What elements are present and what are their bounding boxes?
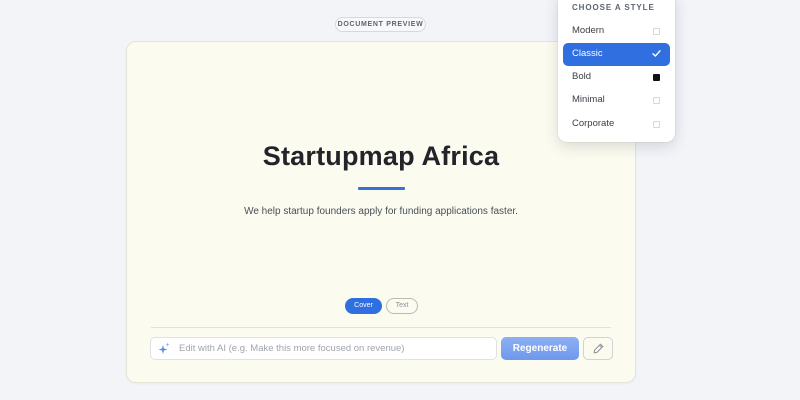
manual-edit-button[interactable]	[583, 337, 613, 360]
style-option-modern[interactable]: Modern	[563, 20, 670, 43]
menu-heading: CHOOSE A STYLE	[572, 3, 655, 12]
empty-square-icon	[653, 28, 660, 35]
empty-square-icon	[653, 97, 660, 104]
checkmark-icon	[652, 49, 661, 61]
ai-edit-input[interactable]	[179, 338, 494, 359]
filled-square-icon	[653, 74, 660, 81]
style-option-corporate[interactable]: Corporate	[563, 113, 670, 136]
divider	[151, 327, 611, 328]
style-option-label: Corporate	[572, 118, 615, 129]
tab-cover[interactable]: Cover	[345, 298, 382, 314]
document-subtitle: We help startup founders apply for fundi…	[244, 206, 518, 217]
regenerate-button[interactable]: Regenerate	[501, 337, 579, 360]
style-option-label: Bold	[572, 71, 592, 82]
style-option-label: Modern	[572, 25, 605, 36]
style-option-label: Classic	[572, 48, 603, 59]
style-dropdown-menu: CHOOSE A STYLE Modern Classic Bold Minim…	[558, 0, 675, 142]
empty-square-icon	[653, 121, 660, 128]
style-option-minimal[interactable]: Minimal	[563, 89, 670, 112]
style-option-classic[interactable]: Classic	[563, 43, 670, 66]
title-underline	[358, 187, 405, 190]
document-title: Startupmap Africa	[262, 141, 500, 171]
style-option-label: Minimal	[572, 94, 605, 105]
style-option-bold[interactable]: Bold	[563, 66, 670, 89]
document-preview-badge: DOCUMENT PREVIEW	[335, 17, 426, 32]
tab-text[interactable]: Text	[386, 298, 418, 314]
ai-edit-field[interactable]	[150, 337, 497, 360]
sparkle-icon	[158, 342, 170, 355]
